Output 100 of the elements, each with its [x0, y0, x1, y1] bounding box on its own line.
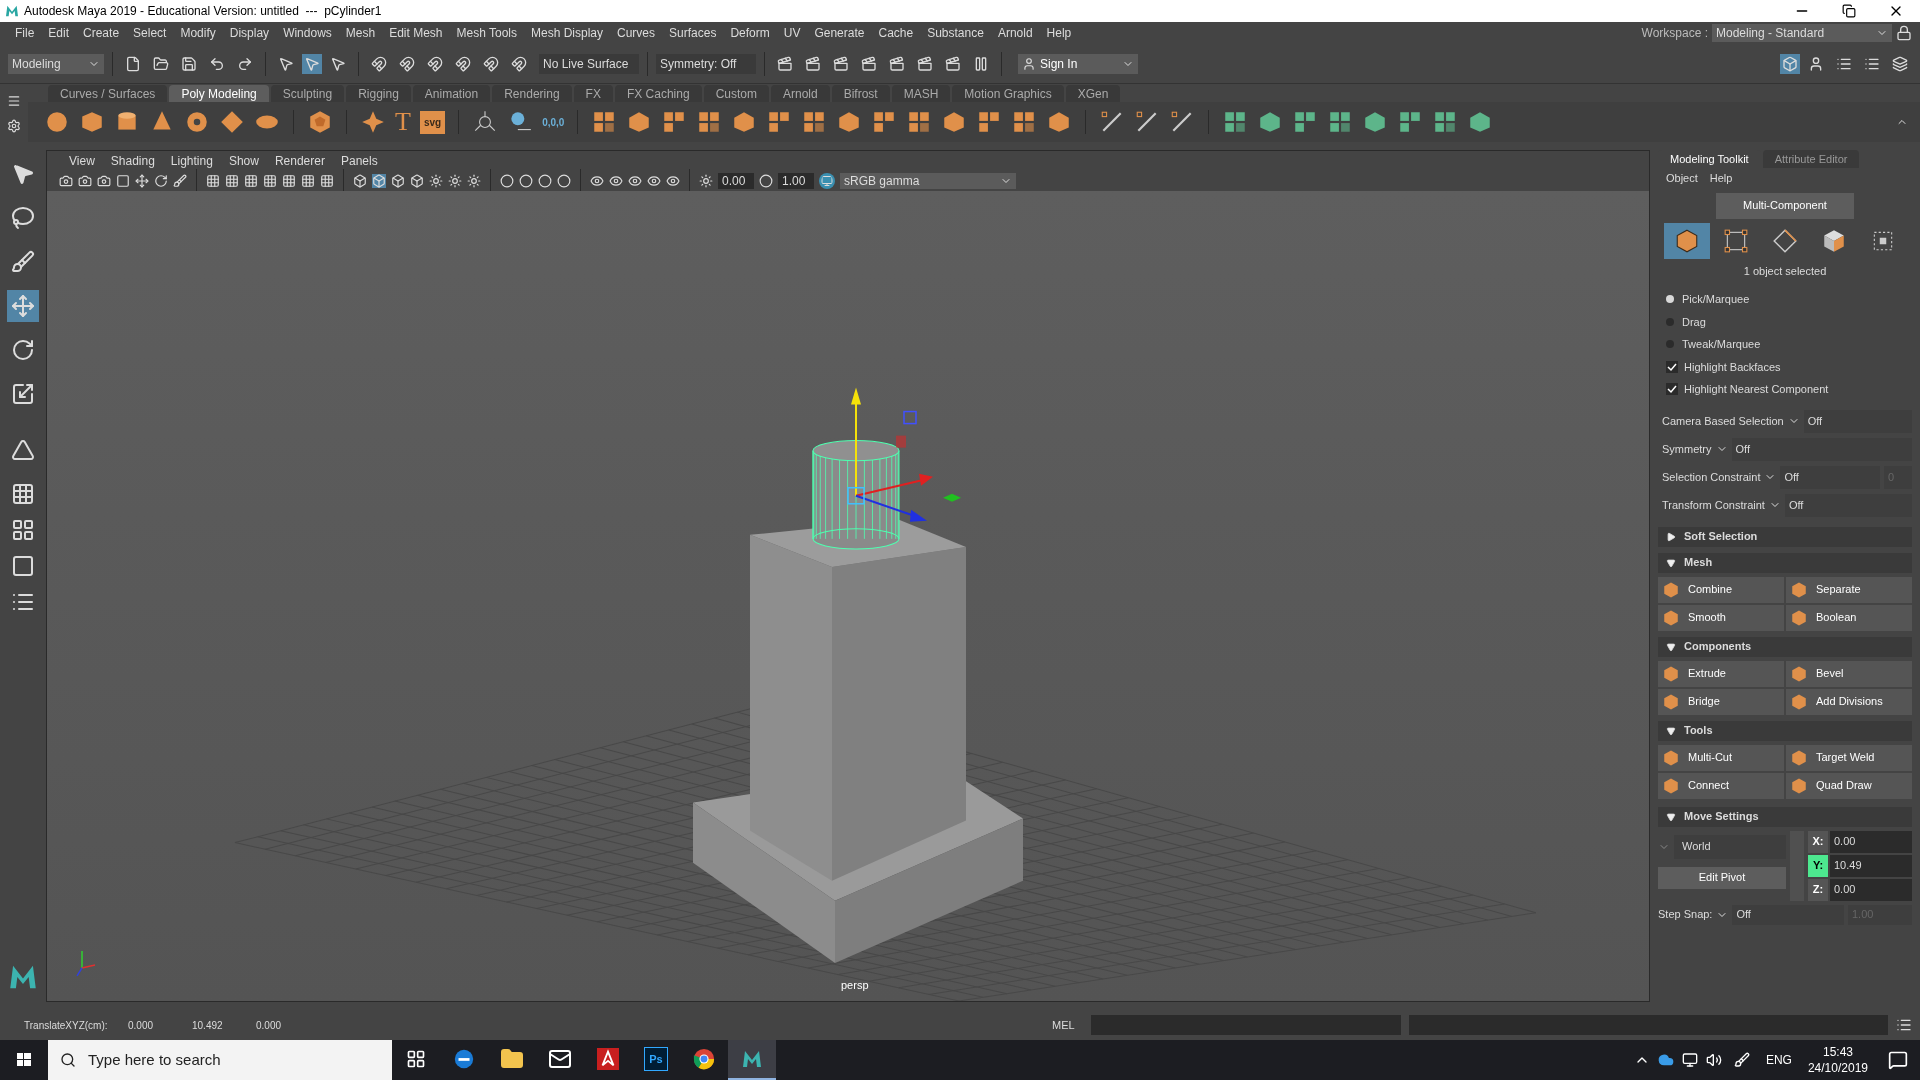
select-hierarchy-icon[interactable]: [278, 55, 294, 72]
command-field[interactable]: [1090, 1015, 1401, 1035]
volume-icon[interactable]: [1705, 1052, 1722, 1068]
step-snap-dropdown[interactable]: Off: [1732, 904, 1844, 925]
restore-icon[interactable]: [1842, 4, 1856, 18]
symmetry-dropdown[interactable]: Symmetry: Off: [656, 53, 756, 74]
section-header[interactable]: Soft Selection: [1658, 526, 1912, 547]
taskbar-search-field[interactable]: Type here to search: [48, 1040, 392, 1080]
menu-item[interactable]: Curves: [610, 24, 663, 42]
open-folder-icon[interactable]: [153, 55, 169, 72]
light-icon[interactable]: [448, 174, 462, 188]
isolate-icon[interactable]: [647, 174, 661, 188]
shelf-tab[interactable]: Rigging: [346, 85, 411, 102]
menu-item[interactable]: Mesh: [338, 24, 383, 42]
shelf-tab[interactable]: Poly Modeling: [169, 85, 269, 102]
shelf-tab[interactable]: Arnold: [770, 85, 830, 102]
dropdown-value[interactable]: Off: [1780, 465, 1880, 489]
toolkit-button[interactable]: Separate: [1786, 576, 1912, 603]
workspace-dropdown[interactable]: Modeling - Standard: [1712, 24, 1892, 42]
snap-icon[interactable]: [399, 55, 415, 72]
render-icon[interactable]: [945, 55, 961, 72]
grid-icon[interactable]: [263, 174, 277, 188]
panel-menu[interactable]: Object: [1666, 170, 1698, 187]
menu-item[interactable]: Mesh Display: [524, 24, 611, 42]
color-management-icon[interactable]: [819, 173, 835, 189]
viewport-menu[interactable]: Panels: [334, 152, 384, 170]
four-layout-icon[interactable]: [11, 518, 35, 542]
menu-item[interactable]: Windows: [276, 24, 339, 42]
component-mode-button[interactable]: [1663, 222, 1710, 259]
snap-icon[interactable]: [371, 55, 387, 72]
light-icon[interactable]: [429, 174, 443, 188]
grid-icon[interactable]: [301, 174, 315, 188]
toolkit-button[interactable]: Add Divisions: [1786, 688, 1912, 715]
panel-menu[interactable]: Help: [1709, 170, 1733, 187]
save-icon[interactable]: [181, 55, 197, 72]
isolate-icon[interactable]: [590, 174, 604, 188]
multi-component-button[interactable]: Multi-Component: [1716, 192, 1854, 219]
section-header[interactable]: Mesh: [1658, 552, 1912, 573]
section-header[interactable]: Tools: [1658, 720, 1912, 741]
menu-item[interactable]: Arnold: [990, 24, 1040, 42]
text-tool-icon[interactable]: T: [395, 109, 411, 135]
menu-item[interactable]: Substance: [920, 24, 991, 42]
undo-icon[interactable]: [209, 55, 225, 72]
render-icon[interactable]: [777, 55, 793, 72]
notifications-icon[interactable]: [1888, 1050, 1908, 1070]
render-icon[interactable]: [833, 55, 849, 72]
sphere-icon[interactable]: [44, 109, 70, 135]
live-surface-field[interactable]: No Live Surface: [539, 53, 639, 74]
menu-item[interactable]: Modify: [173, 24, 223, 42]
isolate-icon[interactable]: [666, 174, 680, 188]
lock-icon[interactable]: [1896, 25, 1912, 41]
space-dropdown[interactable]: World: [1674, 834, 1786, 859]
toolkit-button[interactable]: Boolean: [1786, 604, 1912, 631]
axis-value-field[interactable]: 0.00: [1830, 878, 1912, 901]
axis-value-field[interactable]: 0.00: [1830, 830, 1912, 853]
menu-item[interactable]: Help: [1039, 24, 1079, 42]
shadow-icon[interactable]: [500, 174, 514, 188]
snap-icon[interactable]: [483, 55, 499, 72]
shelf-tab[interactable]: FX Caching: [614, 85, 702, 102]
menu-item[interactable]: Select: [126, 24, 174, 42]
shelf-tab[interactable]: Rendering: [492, 85, 572, 102]
render-icon[interactable]: [805, 55, 821, 72]
shading-icon[interactable]: [391, 174, 405, 188]
viewport-menu[interactable]: Show: [222, 152, 265, 170]
shelf-tab[interactable]: FX: [573, 85, 613, 102]
toolkit-button[interactable]: Smooth: [1658, 604, 1784, 631]
dropdown-value[interactable]: Off: [1731, 437, 1912, 461]
single-layout-icon[interactable]: [11, 482, 35, 506]
panel-tab[interactable]: Attribute Editor: [1762, 150, 1860, 168]
toolkit-button[interactable]: Extrude: [1658, 660, 1784, 687]
script-editor-icon[interactable]: [1896, 1017, 1912, 1033]
select-object-icon[interactable]: [302, 53, 322, 74]
shadow-icon[interactable]: [538, 174, 552, 188]
toolkit-button[interactable]: Quad Draw: [1786, 772, 1912, 799]
toolkit-button[interactable]: Multi-Cut: [1658, 744, 1784, 771]
light-icon[interactable]: [467, 174, 481, 188]
sign-in-dropdown[interactable]: Sign In: [1018, 53, 1138, 74]
shading-icon[interactable]: [410, 174, 424, 188]
platonic-solid-icon[interactable]: [307, 109, 333, 135]
command-language-label[interactable]: MEL: [1052, 1016, 1075, 1034]
snap-icon[interactable]: [455, 55, 471, 72]
dropdown-value[interactable]: Off: [1803, 409, 1912, 433]
dropdown-value[interactable]: Off: [1784, 493, 1912, 517]
shelf-tab[interactable]: Animation: [412, 85, 491, 102]
menu-item[interactable]: Surfaces: [662, 24, 724, 42]
clock-time[interactable]: 15:43: [1822, 1044, 1853, 1060]
checkbox[interactable]: [1666, 383, 1678, 396]
menu-item[interactable]: Mesh Tools: [449, 24, 524, 42]
redo-icon[interactable]: [237, 55, 253, 72]
snap-icon[interactable]: [511, 55, 527, 72]
clock-date[interactable]: 24/10/2019: [1807, 1060, 1868, 1076]
exposure-icon[interactable]: [699, 174, 713, 188]
taskbar-app[interactable]: Ps: [632, 1040, 680, 1080]
shadow-icon[interactable]: [557, 174, 571, 188]
modeling-toolkit-icon[interactable]: [1780, 53, 1800, 74]
radio-button[interactable]: [1666, 295, 1674, 304]
toolkit-button[interactable]: Target Weld: [1786, 744, 1912, 771]
menu-set-dropdown[interactable]: Modeling: [8, 53, 104, 74]
color-space-dropdown[interactable]: sRGB gamma: [840, 173, 1016, 189]
radio-button[interactable]: [1666, 340, 1674, 349]
